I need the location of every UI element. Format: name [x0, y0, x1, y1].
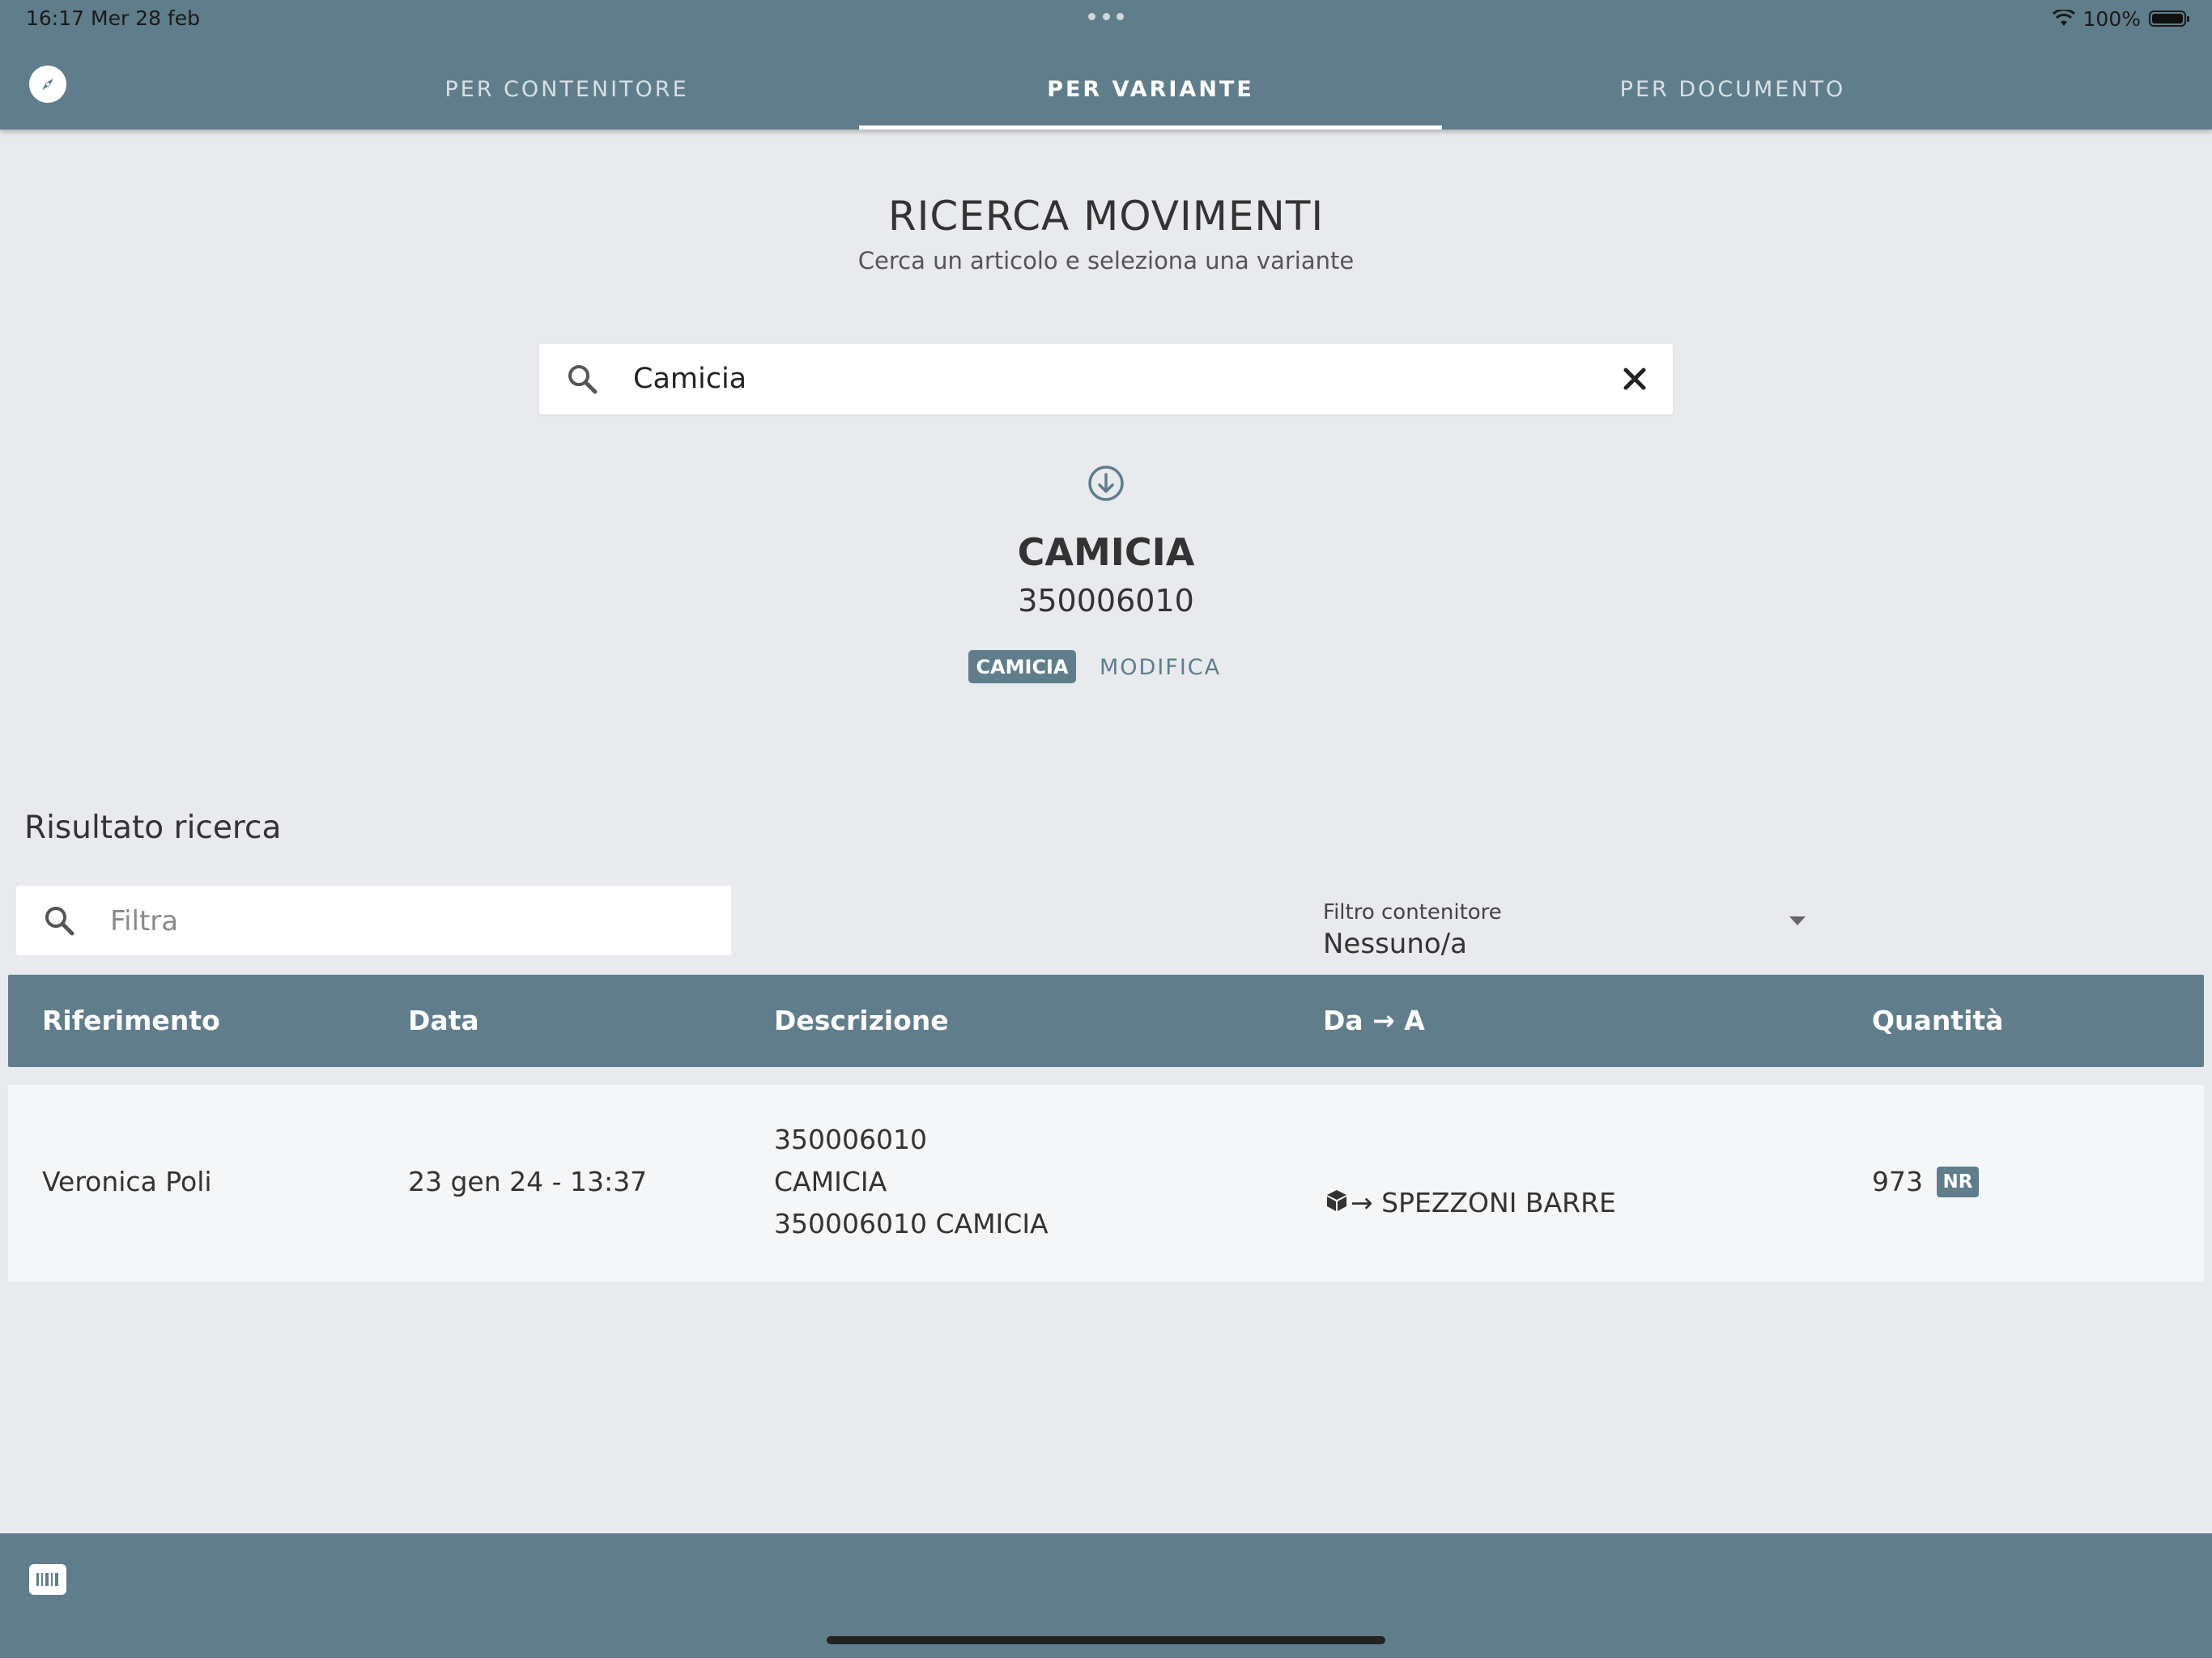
home-indicator[interactable] — [827, 1636, 1385, 1644]
tab-per-documento[interactable]: PER DOCUMENTO — [1441, 49, 2024, 130]
unit-badge: NR — [1937, 1167, 1979, 1197]
article-name: CAMICIA — [1017, 530, 1195, 574]
cell-data: 23 gen 24 - 13:37 — [408, 1166, 648, 1197]
modifica-button[interactable]: MODIFICA — [1100, 650, 1221, 686]
arrow-down-circle-icon — [1088, 466, 1124, 501]
container-filter-value: Nessuno/a — [1323, 928, 1467, 960]
battery-percentage: 100% — [2082, 6, 2141, 31]
close-icon[interactable] — [1619, 363, 1650, 394]
status-time: 16:17 — [26, 6, 85, 30]
column-header-quantita[interactable]: Quantità — [1872, 975, 2003, 1067]
top-app-bar: 16:17 Mer 28 feb 100% PER CONTENITORE PE… — [0, 0, 2212, 130]
box-icon — [1327, 1190, 1346, 1211]
chevron-down-icon — [1789, 916, 1806, 925]
article-search-field[interactable]: Camicia — [539, 344, 1673, 414]
multitasking-dots[interactable] — [1088, 13, 1124, 21]
battery-icon — [2149, 11, 2189, 27]
page-subtitle: Cerca un articolo e seleziona una varian… — [857, 247, 1355, 274]
page-title: RICERCA MOVIMENTI — [887, 193, 1325, 240]
cell-quantita: 973 — [1872, 1166, 1923, 1197]
column-header-descrizione[interactable]: Descrizione — [774, 975, 949, 1067]
tab-per-variante[interactable]: PER VARIANTE — [859, 49, 1442, 130]
status-indicators: 100% — [2052, 5, 2189, 32]
table-header: Riferimento Data Descrizione Da → A Quan… — [8, 975, 2204, 1067]
filter-input[interactable] — [108, 886, 711, 957]
container-filter-label: Filtro contenitore — [1323, 900, 1502, 925]
results-title: Risultato ricerca — [24, 810, 282, 846]
column-header-da-a[interactable]: Da → A — [1323, 975, 1425, 1067]
tab-per-contenitore[interactable]: PER CONTENITORE — [275, 49, 858, 130]
article-search-value[interactable]: Camicia — [633, 344, 747, 414]
wifi-icon — [2052, 10, 2075, 26]
status-date: Mer 28 feb — [91, 6, 200, 30]
cell-riferimento: Veronica Poli — [42, 1166, 212, 1197]
filter-field[interactable] — [16, 886, 731, 957]
variant-chip: CAMICIA — [968, 650, 1076, 683]
container-filter-select[interactable]: Filtro contenitore Nessuno/a — [1323, 897, 1806, 962]
cell-descrizione-line-1: 350006010 — [774, 1124, 927, 1155]
cell-descrizione-line-2: CAMICIA — [774, 1166, 887, 1197]
column-header-data[interactable]: Data — [408, 975, 479, 1067]
search-icon — [45, 907, 74, 936]
compass-icon[interactable] — [29, 66, 66, 103]
barcode-icon[interactable] — [29, 1564, 66, 1595]
column-header-riferimento[interactable]: Riferimento — [42, 975, 220, 1067]
search-icon — [568, 365, 598, 394]
article-code: 350006010 — [1018, 583, 1194, 619]
cell-descrizione-line-3: 350006010 CAMICIA — [774, 1208, 1049, 1239]
cell-da-a: → SPEZZONI BARRE — [1351, 1187, 1616, 1218]
